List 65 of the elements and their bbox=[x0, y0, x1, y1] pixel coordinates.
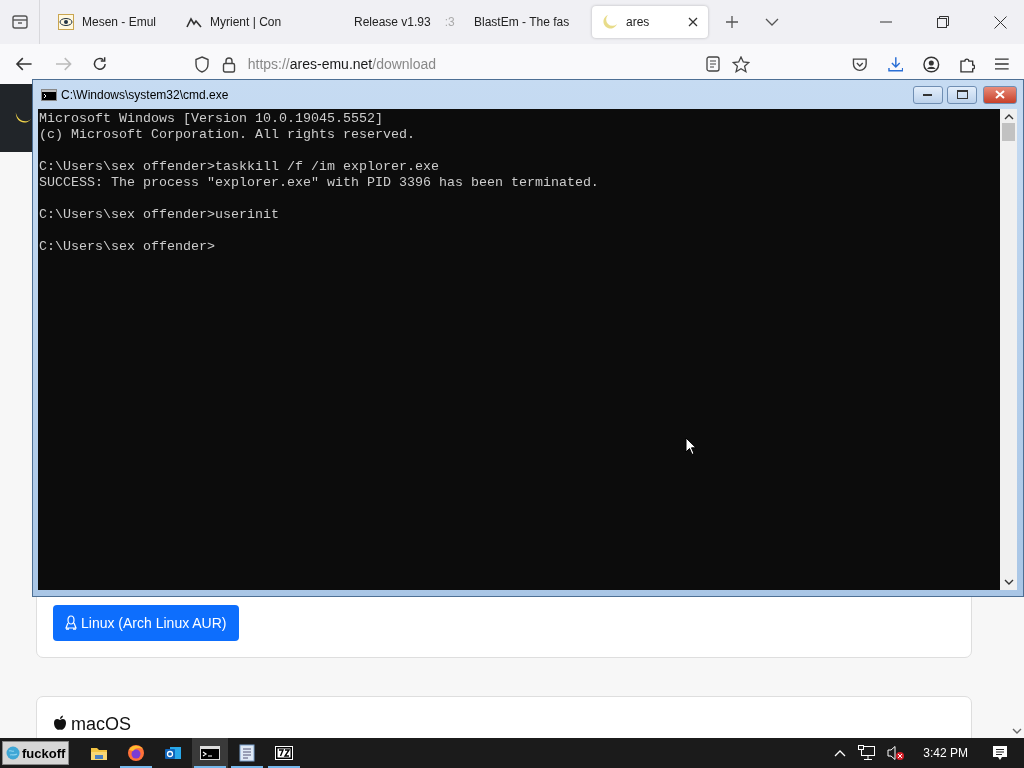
notification-icon[interactable] bbox=[992, 745, 1008, 761]
console-line: SUCCESS: The process "explorer.exe" with PID 3396 has been terminated. bbox=[39, 175, 600, 191]
speaker-icon[interactable] bbox=[887, 745, 906, 761]
mouse-pointer-icon bbox=[685, 437, 697, 456]
moon-icon bbox=[602, 14, 618, 30]
mail-icon bbox=[164, 745, 183, 761]
menu-icon[interactable] bbox=[995, 58, 1009, 70]
url-field[interactable]: https://ares-emu.net/download bbox=[247, 56, 437, 72]
console-line: (c) Microsoft Corporation. All rights reserved. bbox=[39, 127, 416, 143]
scrollbar-thumb[interactable] bbox=[1002, 123, 1015, 141]
star-icon[interactable] bbox=[731, 55, 750, 73]
maximize-button[interactable] bbox=[947, 85, 977, 104]
linux-download-button[interactable]: Linux (Arch Linux AUR) bbox=[53, 605, 239, 641]
maximize-icon bbox=[956, 90, 968, 99]
console-line: C:\Users\sex offender> bbox=[39, 239, 216, 255]
minimize-icon bbox=[923, 93, 933, 96]
browser-tab[interactable]: Release v1.93 :3 bbox=[336, 6, 456, 38]
archive-icon bbox=[275, 746, 294, 760]
eye-icon bbox=[58, 14, 74, 30]
penguin-icon bbox=[65, 615, 77, 631]
scroll-down-icon[interactable] bbox=[1003, 579, 1014, 586]
puzzle-icon[interactable] bbox=[959, 55, 976, 73]
close-icon[interactable] bbox=[688, 17, 698, 27]
console-line: Microsoft Windows [Version 10.0.19045.5552] bbox=[39, 111, 384, 127]
back-icon[interactable] bbox=[15, 57, 33, 71]
console-line: C:\Users\sex offender>userinit bbox=[39, 207, 280, 223]
reload-icon[interactable] bbox=[92, 56, 108, 72]
close-icon[interactable] bbox=[994, 15, 1007, 29]
lock-icon[interactable] bbox=[221, 55, 236, 73]
tab-title-fragment: :3 bbox=[444, 15, 455, 29]
reader-view-icon[interactable] bbox=[705, 56, 720, 72]
browser-tab[interactable]: ares bbox=[592, 6, 708, 38]
folder-icon bbox=[90, 745, 109, 761]
close-icon bbox=[995, 90, 1005, 99]
scroll-up-icon[interactable] bbox=[1003, 113, 1014, 120]
browser-tab[interactable]: BlastEm - The fas bbox=[464, 6, 584, 38]
chevron-up-icon[interactable] bbox=[834, 749, 847, 757]
scrollbar[interactable] bbox=[1000, 109, 1017, 590]
notepad-icon bbox=[239, 744, 256, 762]
clock[interactable]: 3:42 PM bbox=[923, 746, 968, 760]
chevron-down-icon[interactable] bbox=[765, 17, 779, 27]
browser-tab[interactable]: Myrient | Con bbox=[176, 6, 310, 38]
globe-icon bbox=[6, 746, 20, 760]
apple-icon bbox=[53, 715, 67, 731]
close-button[interactable] bbox=[983, 85, 1017, 104]
account-icon[interactable] bbox=[923, 55, 940, 73]
scroll-down-icon[interactable] bbox=[1012, 727, 1022, 735]
browser-tab[interactable]: Mesen - Emul bbox=[48, 6, 168, 38]
window-title: C:\Windows\system32\cmd.exe bbox=[61, 87, 229, 102]
restore-icon[interactable] bbox=[937, 16, 949, 28]
start-button[interactable]: fuckoff bbox=[2, 741, 70, 765]
shield-icon[interactable] bbox=[193, 55, 210, 73]
network-icon[interactable] bbox=[858, 745, 876, 761]
pocket-icon[interactable] bbox=[851, 56, 868, 72]
minimize-button[interactable] bbox=[913, 85, 943, 104]
platform-heading: macOS bbox=[71, 715, 131, 733]
mountain-icon bbox=[186, 16, 202, 28]
taskbar-button[interactable] bbox=[192, 738, 229, 768]
browser-icon bbox=[127, 744, 146, 762]
terminal-icon bbox=[200, 746, 221, 760]
tab-list-icon[interactable] bbox=[11, 14, 29, 30]
console-line: C:\Users\sex offender>taskkill /f /im explorer.exe bbox=[39, 159, 440, 175]
console-icon bbox=[41, 88, 57, 101]
download-icon[interactable] bbox=[887, 56, 904, 72]
new-tab-icon[interactable] bbox=[725, 15, 739, 29]
